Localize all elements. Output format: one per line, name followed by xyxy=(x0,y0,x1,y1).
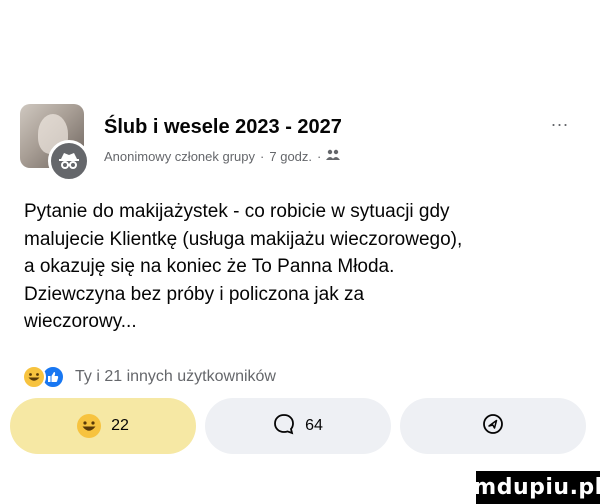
post-meta: Anonimowy członek grupy · 7 godz. · xyxy=(104,149,341,164)
share-icon xyxy=(482,413,504,440)
comment-icon xyxy=(273,413,295,440)
laugh-icon xyxy=(77,414,102,438)
react-button[interactable]: 22 xyxy=(10,398,196,454)
reaction-summary[interactable]: Ty i 21 innych użytkowników xyxy=(75,368,276,386)
meta-separator: · xyxy=(317,149,322,164)
comment-count: 64 xyxy=(305,417,323,434)
meta-separator: · xyxy=(260,149,265,164)
avatar[interactable] xyxy=(20,104,90,182)
watermark-logo: mdupiu.pl xyxy=(473,471,600,504)
laugh-icon xyxy=(22,365,46,389)
more-icon[interactable]: ... xyxy=(544,111,576,134)
anonymous-icon xyxy=(48,140,90,182)
react-count: 22 xyxy=(111,417,129,434)
comment-button[interactable]: 64 xyxy=(205,398,391,454)
post-text: Pytanie do makijażystek - co robicie w s… xyxy=(24,201,463,332)
author-label[interactable]: Anonimowy członek grupy xyxy=(104,149,255,164)
post-time[interactable]: 7 godz. xyxy=(269,149,312,164)
group-name[interactable]: Ślub i wesele 2023 - 2027 xyxy=(104,116,342,139)
reactions-row[interactable]: Ty i 21 innych użytkowników xyxy=(22,365,276,389)
share-button[interactable] xyxy=(400,398,586,454)
privacy-icon xyxy=(326,149,341,164)
post-card: Ślub i wesele 2023 - 2027 Anonimowy czło… xyxy=(0,0,600,504)
